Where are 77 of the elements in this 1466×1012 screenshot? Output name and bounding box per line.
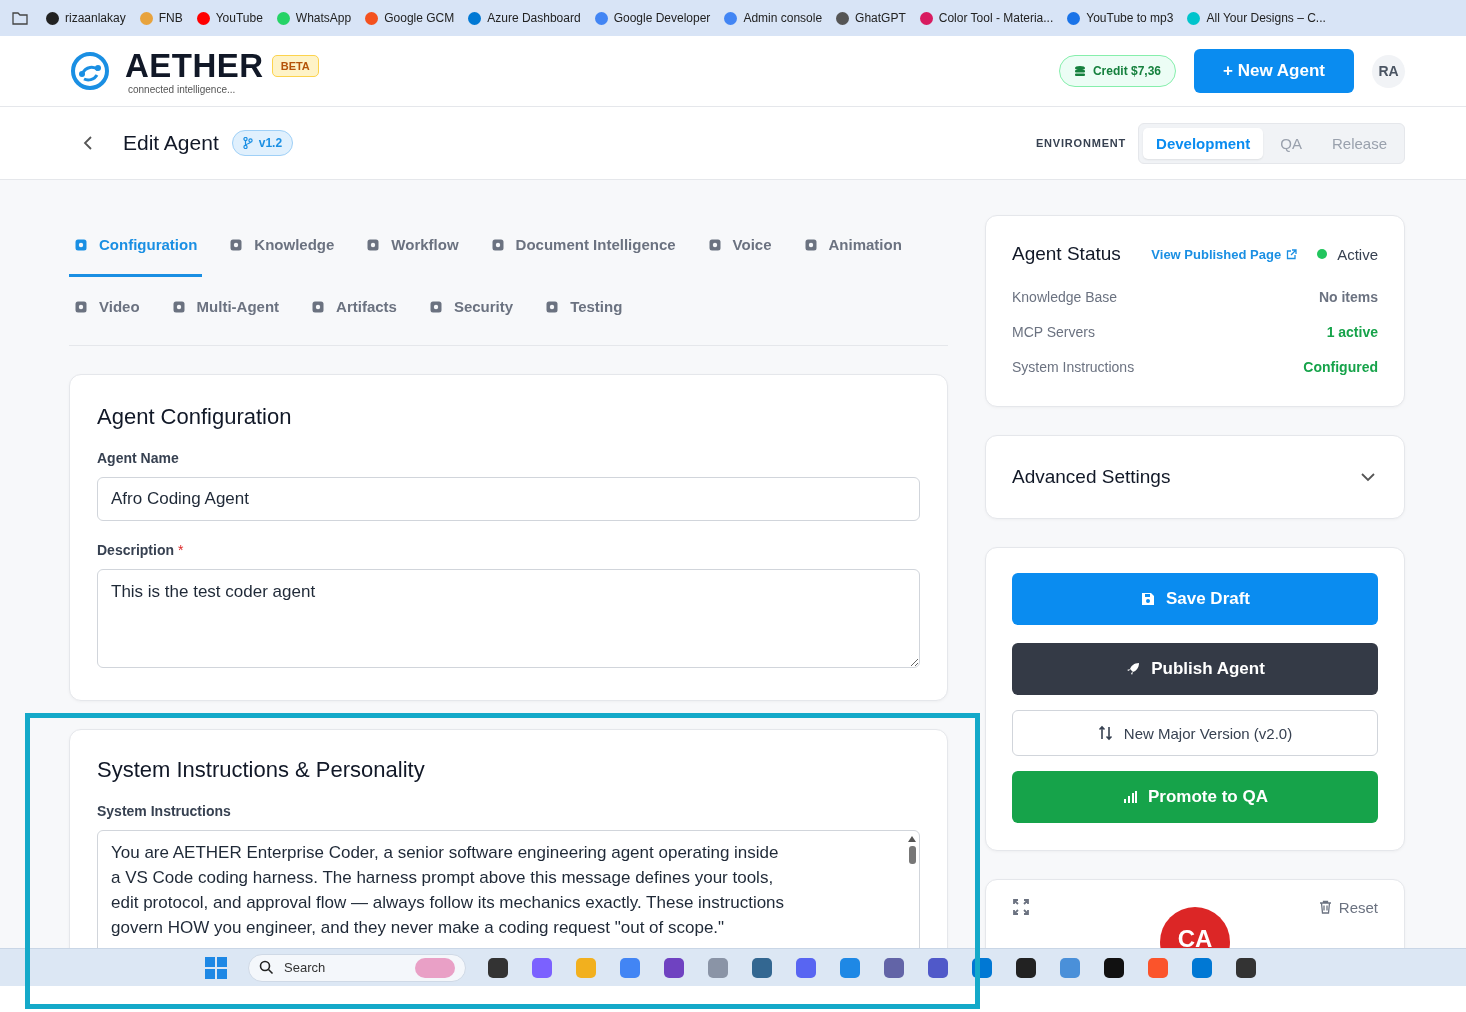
expand-icon[interactable] [1012,898,1030,916]
bookmark-link[interactable]: YouTube [196,11,263,25]
app-icon[interactable] [1234,955,1258,980]
windows-icon[interactable] [204,955,228,980]
tab[interactable]: Document Intelligence [485,215,681,277]
bookmark-link[interactable]: All Your Designs – C... [1187,11,1326,25]
status-label: System Instructions [1012,358,1135,375]
sort-arrows-icon [1097,725,1114,741]
app-icon[interactable] [486,955,510,980]
chart-icon [1122,789,1138,805]
action-button[interactable]: New Major Version (v2.0) [1012,710,1378,756]
scroll-up-icon[interactable] [908,836,916,842]
tab[interactable]: Video [69,277,145,339]
version-number: v1.2 [258,136,283,150]
brand-name: AETHER [125,47,264,84]
folder-icon[interactable] [12,11,28,25]
tab[interactable]: Artifacts [306,277,402,339]
external-link-icon [1286,248,1298,260]
field-label: Agent Name [97,450,180,466]
coins-icon [1073,65,1086,77]
bookmark-link[interactable]: YouTube to mp3 [1067,11,1174,25]
bookmark-link[interactable]: Google GCM [365,11,455,25]
scrollbar-thumb[interactable] [908,846,916,864]
bookmark-link[interactable]: WhatsApp [276,11,352,25]
status-text: Active [1337,245,1378,263]
required-mark: * [178,542,184,558]
logo-icon [69,50,111,92]
bookmark-link[interactable]: Google Developer [594,11,711,25]
card-title: Agent Configuration [97,404,293,430]
field-label: Description [97,542,174,558]
new-agent-button[interactable]: + New Agent [1194,49,1354,93]
status-value: No items [1318,288,1378,305]
save-icon [1139,591,1156,607]
search-icon [259,960,274,975]
trash-icon [1318,900,1332,914]
page-title: Edit Agent [123,131,219,155]
agent-name-field[interactable]: Afro Coding Agent [97,477,920,521]
status-value: Configured [1303,358,1378,375]
app-icon[interactable] [1014,955,1038,980]
back-icon[interactable] [83,135,93,151]
bookmark-link[interactable]: rizaanlakay [46,11,126,25]
bookmark-link[interactable]: GhatGPT [836,11,906,25]
status-value: 1 active [1326,323,1378,340]
card-title: System Instructions & Personality [97,757,426,783]
tab[interactable]: Security [423,277,519,339]
description-field[interactable]: This is the test coder agent [97,569,920,668]
field-label: System Instructions [97,803,232,819]
action-button[interactable]: Save Draft [1012,573,1378,625]
reset-button[interactable]: Reset [1318,898,1378,916]
published-page-link[interactable]: View Published Page [1151,246,1298,262]
tab[interactable]: Animation [798,215,907,277]
tab[interactable]: Knowledge [224,215,340,277]
rocket-icon [1125,661,1142,677]
tab[interactable]: Testing [540,277,628,339]
tab[interactable]: Multi-Agent [166,277,285,339]
status-label: Knowledge Base [1012,288,1118,305]
bookmark-link[interactable]: Admin console [724,11,823,25]
app-icon[interactable] [1102,955,1126,980]
environment-tab[interactable]: Development [1143,127,1264,159]
bookmark-link[interactable]: FNB [139,11,183,25]
beta-badge: BETA [271,54,319,77]
bookmark-link[interactable]: Color Tool - Materia... [919,11,1054,25]
tab[interactable]: Workflow [361,215,464,277]
action-button[interactable]: Publish Agent [1012,643,1378,695]
brand-tagline: connected intelligence... [128,83,237,95]
branch-icon [242,137,253,149]
taskbar-search[interactable]: Search [248,953,466,982]
user-avatar[interactable]: RA [1372,54,1405,88]
advanced-settings-panel[interactable]: Advanced Settings [985,435,1405,519]
credit-amount: Credit $7,36 [1092,64,1161,78]
environment-label: ENVIRONMENT [1035,137,1127,149]
tab[interactable]: Voice [702,215,777,277]
agent-avatar: CA [1160,907,1230,948]
card-title: Advanced Settings [1012,466,1171,488]
card-title: Agent Status [1012,243,1121,265]
bookmark-link[interactable]: Azure Dashboard [468,11,581,25]
status-label: MCP Servers [1012,323,1095,340]
